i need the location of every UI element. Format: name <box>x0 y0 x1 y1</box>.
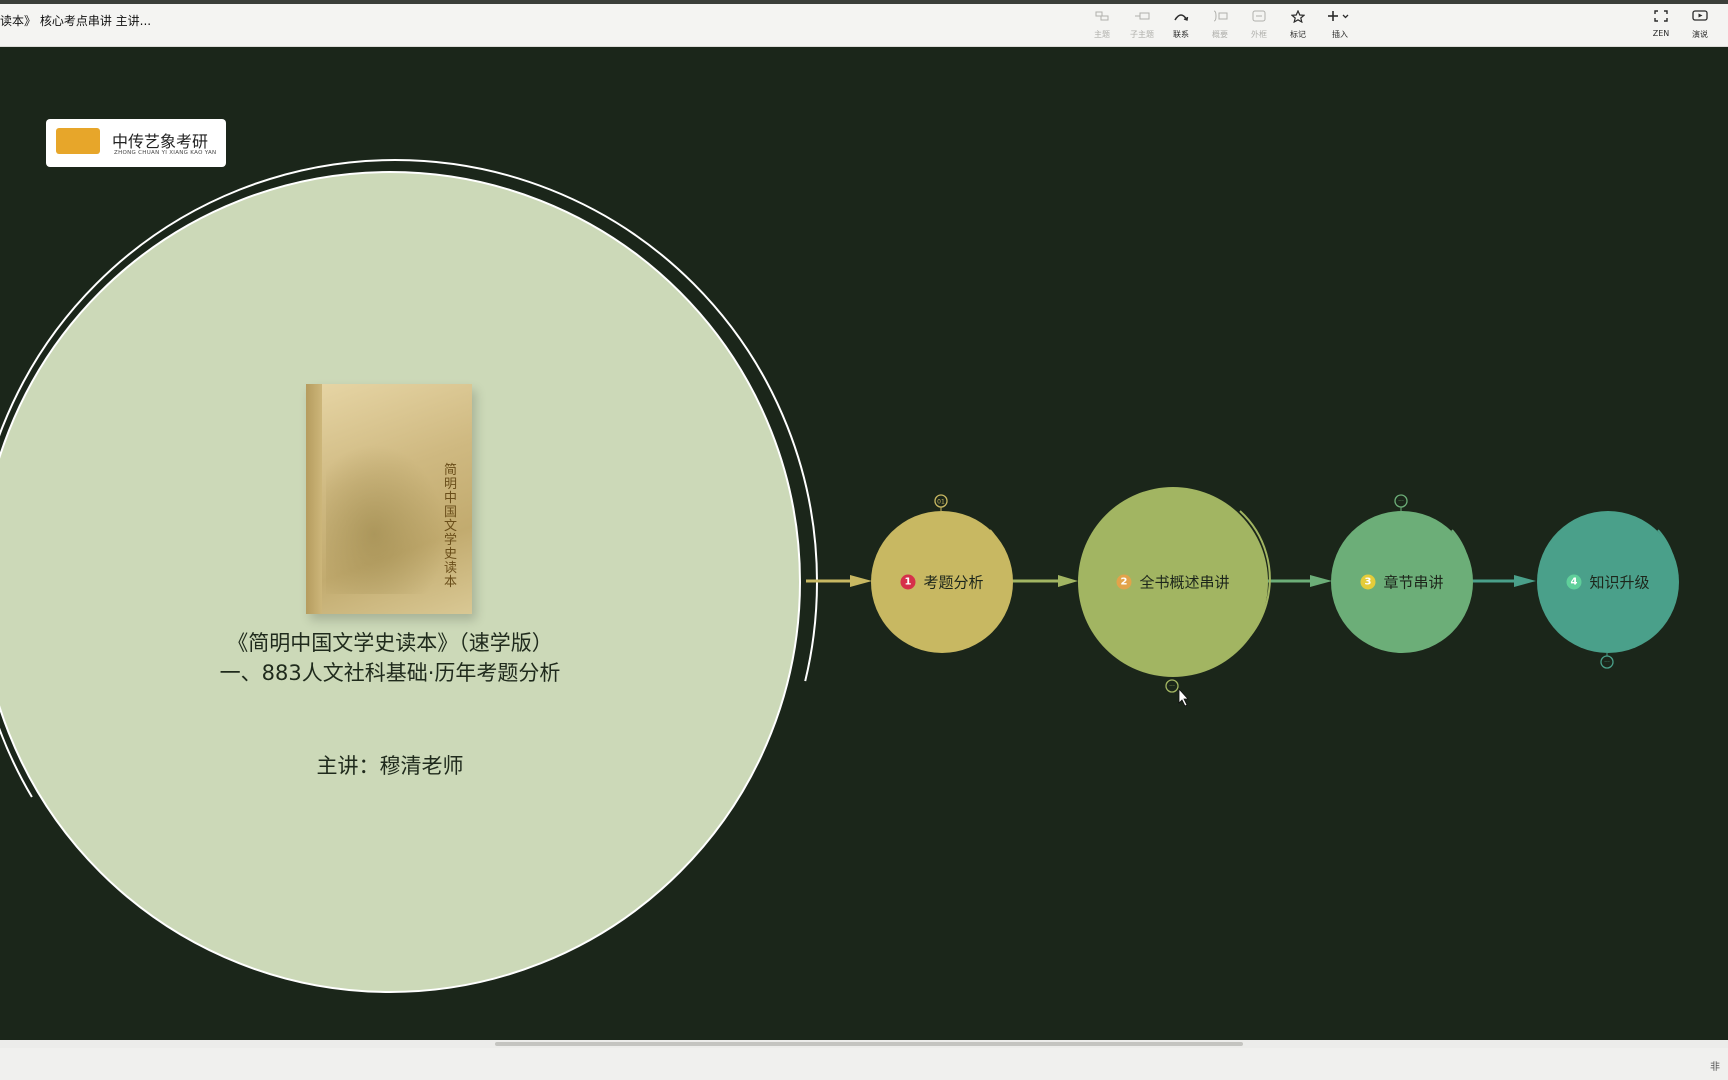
central-topic-line2: 一、883人文社科基础·历年考题分析 <box>219 661 561 685</box>
book-mountain-art <box>326 444 446 594</box>
central-topic-presenter: 主讲：穆清老师 <box>316 754 464 778</box>
book-spine <box>306 384 322 614</box>
star-icon <box>1278 9 1318 26</box>
topic-4-label[interactable]: 4 知识升级 <box>1566 572 1650 593</box>
central-topic-text: 《简明中国文学史读本》（速学版） 一、883人文社科基础·历年考题分析 主讲：穆… <box>170 628 610 780</box>
topic-4-text: 知识升级 <box>1589 573 1650 592</box>
topic-button[interactable]: 主题 <box>1082 10 1122 40</box>
relationship-icon <box>1161 10 1201 26</box>
document-title: 读本》 核心考点串讲 主讲... <box>0 14 152 28</box>
status-right-text: 非 <box>1710 1062 1720 1073</box>
mindmap-diagram: 01 ··· ··· ··· <box>0 159 1679 1005</box>
book-cover-title: 简明中国文学史读本 <box>444 463 458 590</box>
topic-3-label[interactable]: 3 章节串讲 <box>1360 572 1444 593</box>
connector-3-4 <box>1472 575 1536 587</box>
topic-1-text: 考题分析 <box>923 573 984 592</box>
subtopic-button[interactable]: 子主题 <box>1122 10 1162 40</box>
topic-1-label[interactable]: 1 考题分析 <box>900 572 984 593</box>
horizontal-scrollbar-thumb[interactable] <box>495 1042 1243 1046</box>
fullscreen-icon <box>1641 10 1681 26</box>
zen-button[interactable]: ZEN <box>1641 10 1681 38</box>
summary-button[interactable]: 概要 <box>1200 10 1240 40</box>
status-bar: 非 <box>0 1048 1728 1080</box>
connector-2-3 <box>1266 575 1332 587</box>
mindmap-canvas[interactable]: 01 ··· ··· ··· 中传艺象考研 ZHONG CHUAN YI XIA… <box>0 47 1728 1040</box>
connector-1-2 <box>1012 575 1078 587</box>
connector-0-1 <box>806 575 872 587</box>
present-button[interactable]: 演说 <box>1680 10 1720 40</box>
topic-icon <box>1082 10 1122 26</box>
insert-button[interactable]: 插入 <box>1320 10 1360 40</box>
topic-1-badge-text: 01 <box>937 499 945 506</box>
boundary-button[interactable]: 外框 <box>1239 10 1279 40</box>
book-cover-image: 简明中国文学史读本 <box>306 384 472 614</box>
marker-button[interactable]: 标记 <box>1278 9 1318 40</box>
topic-4-collapse-dots: ··· <box>1604 659 1610 666</box>
mouse-cursor-icon <box>1178 687 1189 707</box>
central-topic-line1: 《简明中国文学史读本》（速学版） <box>227 631 553 655</box>
toolbar: 读本》 核心考点串讲 主讲... 主题 子主题 联系 概要 外框 标记 插入 Z… <box>0 4 1728 47</box>
topic-3-text: 章节串讲 <box>1383 573 1444 592</box>
topic-3-collapse-dots: ··· <box>1398 498 1404 505</box>
logo-text: 中传艺象考研 <box>112 132 209 151</box>
logo-subtext: ZHONG CHUAN YI XIANG KAO YAN <box>114 150 217 156</box>
topic-2-text: 全书概述串讲 <box>1139 573 1230 592</box>
present-icon <box>1680 10 1720 26</box>
topic-2-collapse-dots: ··· <box>1169 683 1175 690</box>
logo-mark-icon <box>56 128 100 154</box>
plus-icon <box>1320 10 1360 26</box>
topic-2-number-badge: 2 <box>1116 574 1132 590</box>
relationship-button[interactable]: 联系 <box>1161 10 1201 40</box>
topic-2-label[interactable]: 2 全书概述串讲 <box>1116 572 1230 593</box>
boundary-icon <box>1239 10 1279 26</box>
brand-logo: 中传艺象考研 ZHONG CHUAN YI XIANG KAO YAN <box>46 119 226 167</box>
topic-4-number-badge: 4 <box>1566 574 1582 590</box>
topic-3-number-badge: 3 <box>1360 574 1376 590</box>
summary-icon <box>1200 10 1240 26</box>
subtopic-icon <box>1122 10 1162 26</box>
topic-1-number-badge: 1 <box>900 574 916 590</box>
